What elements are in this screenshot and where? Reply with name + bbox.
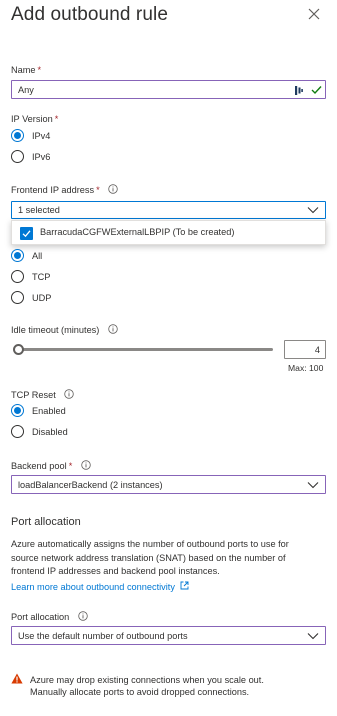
info-icon[interactable] <box>78 611 88 621</box>
idle-timeout-max: Max: 100 <box>288 363 324 373</box>
protocol-tcp-radio[interactable] <box>11 270 24 283</box>
learn-more-link[interactable]: Learn more about outbound connectivity <box>11 581 189 592</box>
port-allocation-value: Use the default number of outbound ports <box>18 630 188 641</box>
idle-timeout-slider-thumb[interactable] <box>13 344 24 355</box>
ipv4-label: IPv4 <box>32 131 51 141</box>
frontend-ip-option[interactable]: BarracudaCGFWExternalLBPIP (To be create… <box>12 221 325 244</box>
checkbox-checked-icon[interactable] <box>20 227 33 240</box>
protocol-udp-label: UDP <box>32 293 52 303</box>
tcp-reset-enabled-radio[interactable] <box>11 404 24 417</box>
idle-timeout-label: Idle timeout (minutes) <box>11 324 118 335</box>
info-icon[interactable] <box>108 184 118 194</box>
frontend-ip-label: Frontend IP address * <box>11 184 118 195</box>
name-input-value: Any <box>18 84 34 95</box>
tcp-reset-label: TCP Reset <box>11 389 75 400</box>
chevron-down-icon <box>307 632 319 639</box>
frontend-ip-value: 1 selected <box>18 205 60 215</box>
ipv6-label: IPv6 <box>32 152 51 162</box>
info-icon[interactable] <box>81 460 91 470</box>
backend-pool-label: Backend pool * <box>11 460 91 471</box>
warning-message: Azure may drop existing connections when… <box>30 675 264 697</box>
protocol-all-radio[interactable] <box>11 249 24 262</box>
idle-timeout-value: 4 <box>314 345 320 355</box>
chevron-down-icon <box>307 481 319 488</box>
panel-title: Add outbound rule <box>11 4 168 25</box>
frontend-ip-option-label: BarracudaCGFWExternalLBPIP (To be create… <box>40 227 235 237</box>
tcp-reset-disabled-label: Disabled <box>32 427 68 437</box>
protocol-tcp-label: TCP <box>32 272 51 282</box>
password-manager-icon[interactable] <box>294 85 306 96</box>
ipv6-radio[interactable] <box>11 150 24 163</box>
idle-timeout-input[interactable]: 4 <box>284 340 326 359</box>
port-allocation-section-title: Port allocation <box>11 516 81 528</box>
ip-version-label: IP Version * <box>11 114 59 124</box>
protocol-all-label: All <box>32 251 43 261</box>
chevron-down-icon <box>307 207 319 214</box>
warning-icon <box>11 673 23 684</box>
info-icon[interactable] <box>108 324 118 334</box>
port-allocation-description: Azure automatically assigns the number o… <box>11 539 289 576</box>
close-icon[interactable] <box>306 6 322 22</box>
name-label: Name * <box>11 65 42 75</box>
checkmark-icon <box>311 86 322 95</box>
tcp-reset-disabled-radio[interactable] <box>11 425 24 438</box>
external-link-icon <box>181 581 189 590</box>
learn-more-link-text[interactable]: Learn more about outbound connectivity <box>11 582 175 592</box>
protocol-udp-radio[interactable] <box>11 291 24 304</box>
info-icon[interactable] <box>64 389 75 399</box>
port-allocation-dropdown[interactable]: Use the default number of outbound ports <box>11 626 326 645</box>
ipv4-radio[interactable] <box>11 129 24 142</box>
name-input[interactable]: Any <box>11 80 326 99</box>
port-allocation-label: Port allocation <box>11 611 88 622</box>
frontend-ip-dropdown[interactable]: 1 selected <box>11 201 326 219</box>
tcp-reset-enabled-label: Enabled <box>32 406 66 416</box>
backend-pool-value: loadBalancerBackend (2 instances) <box>18 479 163 490</box>
backend-pool-dropdown[interactable]: loadBalancerBackend (2 instances) <box>11 475 326 494</box>
idle-timeout-slider-track[interactable] <box>17 348 273 351</box>
frontend-ip-options: BarracudaCGFWExternalLBPIP (To be create… <box>11 220 326 245</box>
